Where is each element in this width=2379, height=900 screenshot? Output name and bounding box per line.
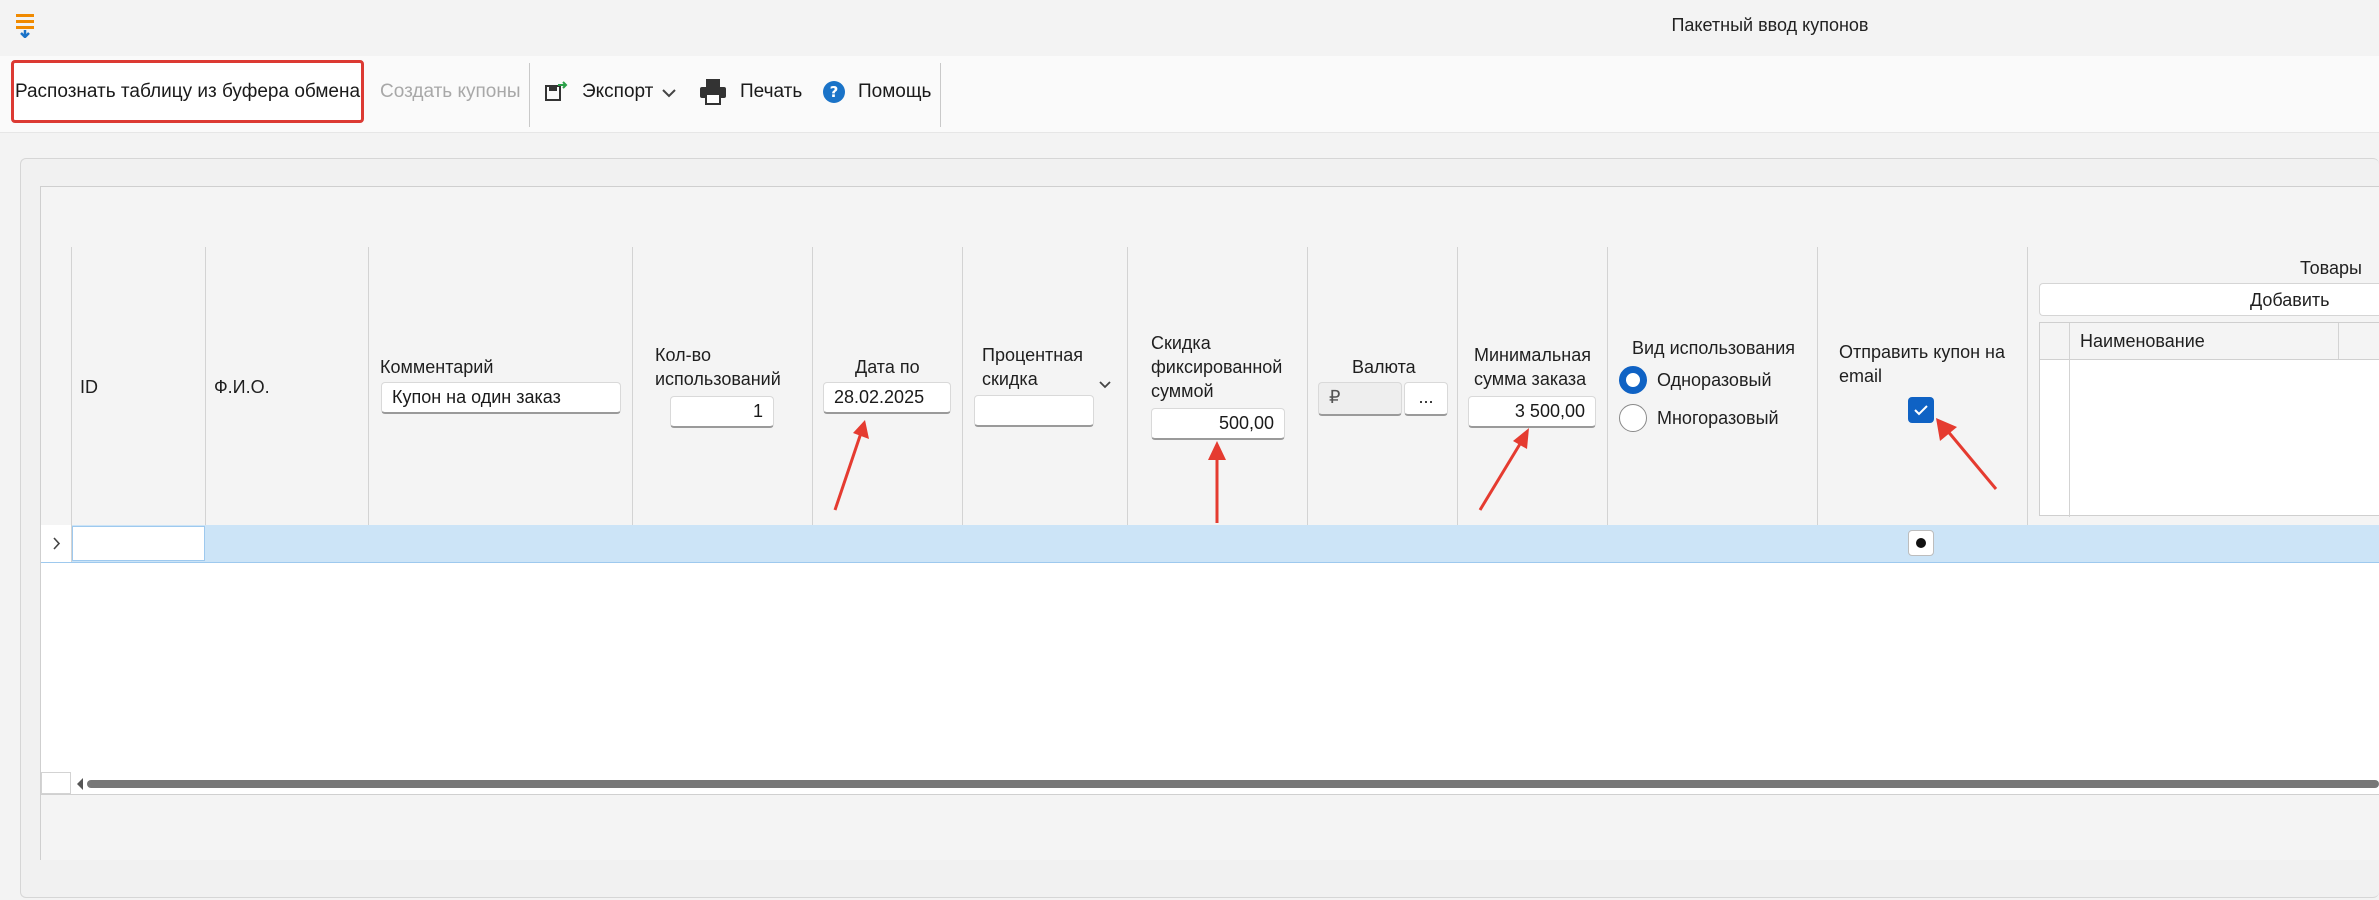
- toolbar-divider: [529, 63, 530, 127]
- column-header-currency[interactable]: Валюта: [1352, 355, 1416, 379]
- indeterminate-mark: [1916, 538, 1926, 548]
- column-header-min-sum[interactable]: Минимальная сумма заказа: [1474, 343, 1604, 391]
- row-email-checkbox[interactable]: [1908, 530, 1934, 556]
- goods-add-button[interactable]: Добавить: [2039, 283, 2379, 316]
- printer-icon: [700, 79, 726, 105]
- column-header-fixed[interactable]: Скидка фиксированной суммой: [1151, 331, 1291, 403]
- app-menu-icon[interactable]: [14, 12, 36, 39]
- column-header-send-email[interactable]: Отправить купон на email: [1839, 340, 2019, 388]
- uses-filter-input[interactable]: 1: [670, 396, 774, 428]
- column-divider: [2027, 247, 2028, 562]
- annotation-arrow-icon: [833, 420, 869, 511]
- export-button[interactable]: Экспорт: [544, 78, 679, 110]
- usage-multi-radio[interactable]: [1619, 404, 1647, 432]
- export-icon: [545, 81, 568, 101]
- annotation-arrow-icon: [1208, 441, 1226, 523]
- column-header-id[interactable]: ID: [80, 375, 98, 399]
- currency-picker-button[interactable]: ...: [1404, 382, 1448, 416]
- column-header-uses[interactable]: Кол-во использований: [655, 343, 805, 391]
- column-divider: [1457, 247, 1458, 562]
- annotation-arrow-icon: [1936, 418, 1998, 490]
- column-divider: [1607, 247, 1608, 562]
- column-header-date[interactable]: Дата по: [855, 355, 920, 379]
- currency-filter-input[interactable]: ₽: [1318, 382, 1402, 416]
- export-label: Экспорт: [582, 81, 654, 102]
- column-divider: [1307, 247, 1308, 562]
- goods-column-name[interactable]: Наименование: [2080, 329, 2205, 353]
- column-divider: [2069, 323, 2070, 517]
- scroll-corner: [41, 772, 71, 794]
- column-header-fio[interactable]: Ф.И.О.: [214, 375, 270, 399]
- column-divider: [812, 247, 813, 562]
- goods-subgrid: Наименование: [2039, 322, 2379, 517]
- annotation-arrow-icon: [1478, 428, 1529, 511]
- column-divider: [205, 247, 206, 562]
- row-indicator[interactable]: [41, 525, 72, 562]
- recognize-clipboard-label: Распознать таблицу из буфера обмена: [14, 80, 361, 102]
- print-button[interactable]: Печать: [698, 78, 803, 110]
- column-header-percent[interactable]: Процентная скидка: [982, 343, 1102, 391]
- scroll-left-icon[interactable]: [75, 777, 85, 791]
- date-filter-input[interactable]: 28.02.2025: [823, 382, 951, 414]
- usage-single-label[interactable]: Одноразовый: [1657, 368, 1772, 392]
- column-header-usage-type[interactable]: Вид использования: [1632, 336, 1795, 360]
- chevron-down-icon: [662, 89, 676, 98]
- comment-filter-input[interactable]: Купон на один заказ: [381, 382, 621, 414]
- percent-filter-input[interactable]: [974, 395, 1094, 427]
- min-sum-filter-input[interactable]: 3 500,00: [1468, 396, 1596, 428]
- column-divider: [1817, 247, 1818, 562]
- create-coupons-button[interactable]: Создать купоны: [380, 81, 521, 103]
- chevron-right-icon: [53, 537, 61, 550]
- grid-footer: [41, 794, 2379, 860]
- fixed-sum-filter-input[interactable]: 500,00: [1151, 408, 1285, 440]
- help-button[interactable]: ? Помощь: [822, 78, 934, 110]
- column-divider: [368, 247, 369, 562]
- goods-add-label: Добавить: [2250, 290, 2330, 310]
- svg-text:?: ?: [830, 83, 839, 101]
- usage-single-radio[interactable]: [1619, 366, 1647, 394]
- window-title: Пакетный ввод купонов: [1671, 15, 1869, 35]
- column-divider: [71, 247, 72, 562]
- column-header-goods: Товары: [2300, 258, 2362, 278]
- usage-multi-label[interactable]: Многоразовый: [1657, 406, 1779, 430]
- column-divider: [2338, 323, 2339, 359]
- chevron-down-icon[interactable]: [1098, 380, 1112, 390]
- recognize-clipboard-button[interactable]: Распознать таблицу из буфера обмена: [11, 60, 364, 123]
- table-row[interactable]: [41, 525, 2379, 563]
- column-header-comment[interactable]: Комментарий: [380, 355, 493, 379]
- id-cell-editor[interactable]: [72, 526, 205, 561]
- print-label: Печать: [740, 81, 803, 102]
- grid-group-panel: [41, 187, 2379, 248]
- column-divider: [632, 247, 633, 562]
- help-icon: ?: [823, 81, 845, 103]
- column-divider: [1127, 247, 1128, 562]
- toolbar-divider: [940, 63, 941, 127]
- column-divider: [962, 247, 963, 562]
- horizontal-scrollbar[interactable]: [87, 780, 2379, 788]
- help-label: Помощь: [858, 81, 932, 102]
